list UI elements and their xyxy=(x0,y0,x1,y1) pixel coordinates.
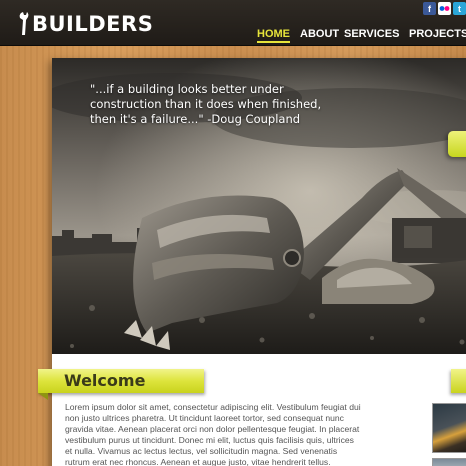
hero-banner: "...if a building looks better under con… xyxy=(52,58,466,354)
social-links: f t xyxy=(423,2,466,15)
nav-about[interactable]: ABOUT xyxy=(300,28,339,40)
facebook-icon[interactable]: f xyxy=(423,2,436,15)
project-thumbnail-2[interactable] xyxy=(432,458,466,466)
welcome-heading: Welcome xyxy=(64,371,146,390)
hero-quote: "...if a building looks better under con… xyxy=(90,82,322,126)
nav-home[interactable]: HOME xyxy=(257,28,290,43)
ribbon-fold xyxy=(38,393,48,400)
site-header: BUILDERS f t HOME ABOUT SERVICES PROJECT… xyxy=(0,0,466,46)
main-nav: HOME ABOUT SERVICES PROJECTS xyxy=(0,28,466,44)
twitter-icon[interactable]: t xyxy=(453,2,466,15)
nav-services[interactable]: SERVICES xyxy=(344,28,399,40)
hero-next-tab[interactable] xyxy=(448,131,466,157)
nav-projects[interactable]: PROJECTS xyxy=(409,28,466,40)
project-thumbnail[interactable] xyxy=(432,403,466,453)
flickr-icon[interactable] xyxy=(438,2,451,15)
welcome-body: Lorem ipsum dolor sit amet, consectetur … xyxy=(65,402,361,466)
welcome-ribbon: Welcome xyxy=(38,369,204,393)
sidebar-ribbon xyxy=(451,369,466,393)
